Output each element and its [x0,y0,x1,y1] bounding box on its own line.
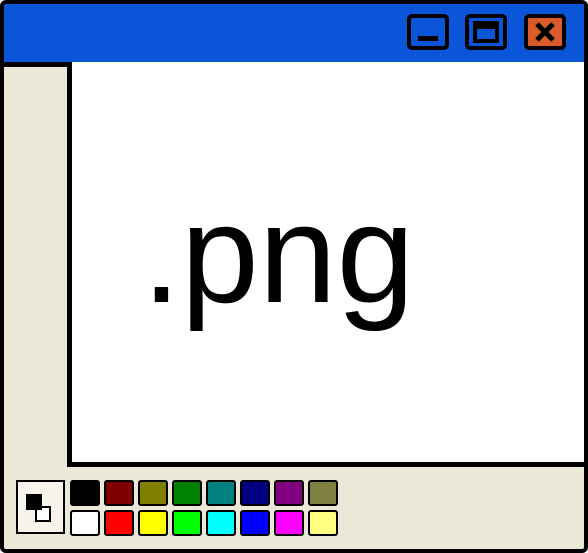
palette-swatch[interactable] [138,510,168,536]
maximize-button[interactable] [465,14,507,50]
current-colors-indicator [16,480,65,534]
palette-swatch[interactable] [274,480,304,506]
title-bar[interactable] [4,4,584,67]
close-button[interactable] [524,14,566,50]
palette-swatch[interactable] [274,510,304,536]
palette-swatch[interactable] [240,480,270,506]
minimize-button[interactable] [407,14,449,50]
palette-swatch[interactable] [206,510,236,536]
drawing-canvas[interactable]: .png [67,62,584,467]
foreground-color-swatch[interactable] [26,494,42,510]
palette-swatch[interactable] [138,480,168,506]
palette-swatch[interactable] [308,480,338,506]
canvas-text: .png [142,175,415,332]
close-icon [535,22,555,42]
palette-swatch[interactable] [104,480,134,506]
paint-window: .png [0,0,588,553]
palette-swatch[interactable] [70,510,100,536]
palette-swatch[interactable] [172,480,202,506]
minimize-icon [418,36,438,41]
palette-swatch[interactable] [206,480,236,506]
maximize-icon [473,21,499,43]
palette-swatch[interactable] [172,510,202,536]
palette-swatch[interactable] [308,510,338,536]
palette-swatch[interactable] [104,510,134,536]
palette-swatch[interactable] [240,510,270,536]
palette-swatch[interactable] [70,480,100,506]
